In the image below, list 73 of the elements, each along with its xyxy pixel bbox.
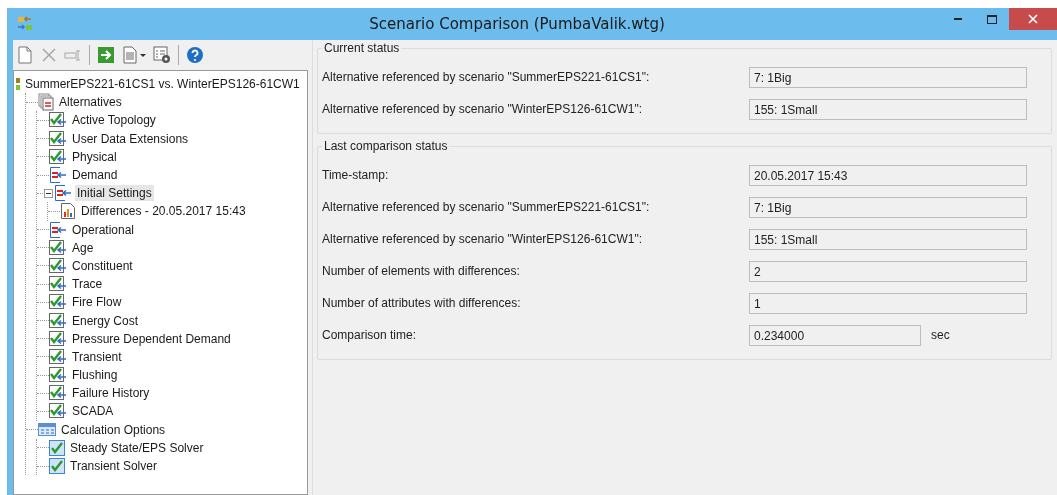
- tree-item[interactable]: Transient Solver: [68, 458, 159, 475]
- documents-icon: [38, 93, 54, 112]
- read-only-field[interactable]: 20.05.2017 15:43: [749, 164, 1027, 186]
- tree-item[interactable]: User Data Extensions: [70, 130, 191, 147]
- tree-item[interactable]: Alternatives: [57, 94, 124, 111]
- settings-icon[interactable]: [153, 46, 171, 64]
- tree-item[interactable]: Flushing: [70, 367, 120, 384]
- tree-item[interactable]: SCADA: [70, 403, 116, 420]
- field-label: Comparison time:: [322, 328, 418, 342]
- chart-icon: [60, 202, 76, 221]
- tree-item[interactable]: Age: [70, 239, 96, 256]
- maximize-icon: [987, 14, 997, 24]
- table-icon: [38, 420, 56, 439]
- unit-label: sec: [931, 328, 950, 342]
- field-label: Alternative referenced by scenario "SummerEPS221-61CS1":: [322, 200, 651, 214]
- field-label: Number of elements with differences:: [322, 264, 521, 278]
- checked-document-icon: [49, 111, 67, 130]
- checked-document-icon: [49, 329, 67, 348]
- checked-document-icon: [49, 402, 67, 421]
- field-label: Alternative referenced by scenario "SummerEPS221-61CS1":: [322, 70, 651, 84]
- checked-document-icon: [49, 129, 67, 148]
- tree-item[interactable]: Fire Flow: [70, 294, 124, 311]
- close-icon: [1028, 14, 1038, 24]
- collapse-icon[interactable]: [44, 188, 53, 198]
- tree-item[interactable]: SummerEPS221-61CS1 vs. WinterEPS126-61CW1: [23, 76, 302, 93]
- checkbox-icon: [49, 438, 65, 457]
- differences-document-icon: [49, 220, 67, 239]
- read-only-field[interactable]: 155: 1Small: [749, 98, 1027, 120]
- checked-document-icon: [49, 256, 67, 275]
- tree-item[interactable]: Active Topology: [70, 112, 158, 129]
- field-label: Time-stamp:: [322, 168, 390, 182]
- read-only-field[interactable]: 0.234000: [749, 324, 921, 346]
- checked-document-icon: [49, 347, 67, 366]
- differences-document-icon: [49, 166, 67, 185]
- differences-document-icon: [54, 184, 72, 203]
- checked-document-icon: [49, 293, 67, 312]
- field-label: Number of attributes with differences:: [322, 296, 522, 310]
- field-label: Alternative referenced by scenario "WinterEPS126-61CW1":: [322, 232, 643, 246]
- tree-item[interactable]: Operational: [70, 221, 137, 238]
- read-only-field[interactable]: 1: [749, 292, 1027, 314]
- tree-item[interactable]: Initial Settings: [75, 185, 154, 202]
- read-only-field[interactable]: 7: 1Big: [749, 196, 1027, 218]
- checked-document-icon: [49, 275, 67, 294]
- comparison-icon: [16, 78, 20, 91]
- tree-item[interactable]: Calculation Options: [59, 421, 168, 438]
- tree-item[interactable]: Trace: [70, 276, 105, 293]
- help-icon[interactable]: [186, 46, 204, 64]
- tree-item[interactable]: Steady State/EPS Solver: [68, 439, 206, 456]
- read-only-field[interactable]: 7: 1Big: [749, 66, 1027, 88]
- tree-item[interactable]: Transient: [70, 348, 124, 365]
- tree-item[interactable]: Pressure Dependent Demand: [70, 330, 233, 347]
- tree-item[interactable]: Energy Cost: [70, 312, 141, 329]
- checked-document-icon: [49, 384, 67, 403]
- read-only-field[interactable]: 155: 1Small: [749, 228, 1027, 250]
- tree-item[interactable]: Physical: [70, 148, 119, 165]
- new-document-icon[interactable]: [16, 46, 34, 64]
- tree-item[interactable]: Constituent: [70, 257, 135, 274]
- window-title: Scenario Comparison (PumbaValik.wtg): [368, 15, 666, 33]
- checked-document-icon: [49, 238, 67, 257]
- tree-item[interactable]: Differences - 20.05.2017 15:43: [79, 203, 248, 220]
- checkbox-icon: [49, 457, 65, 476]
- tree-item[interactable]: Demand: [70, 167, 120, 184]
- group-title: Last comparison status: [322, 139, 450, 153]
- group-title: Current status: [322, 41, 402, 55]
- field-label: Alternative referenced by scenario "WinterEPS126-61CW1":: [322, 102, 643, 116]
- minimize-icon: [954, 18, 962, 20]
- checked-document-icon: [49, 147, 67, 166]
- app-icon: [17, 16, 33, 32]
- read-only-field[interactable]: 2: [749, 260, 1027, 282]
- report-icon[interactable]: [121, 46, 147, 64]
- checked-document-icon: [49, 366, 67, 385]
- checked-document-icon: [49, 311, 67, 330]
- tree-item[interactable]: Failure History: [70, 385, 152, 402]
